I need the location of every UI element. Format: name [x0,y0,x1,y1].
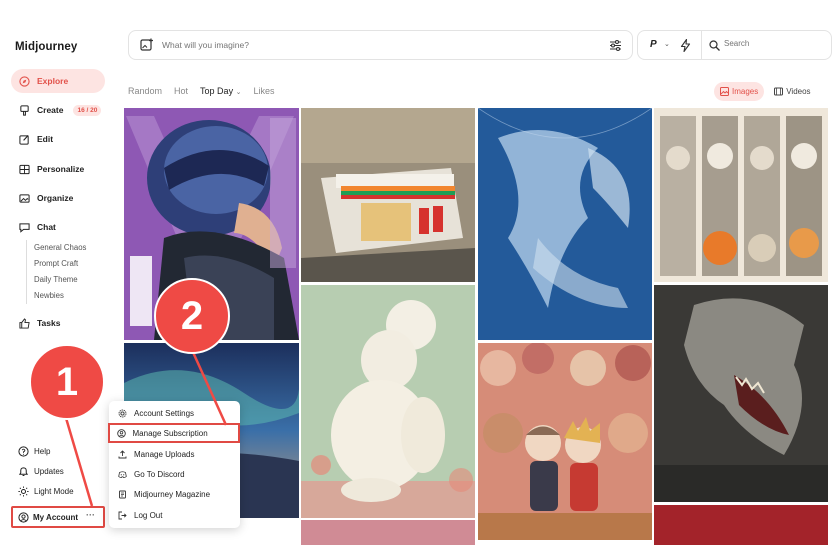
more-dots-icon[interactable]: ··· [86,510,95,520]
gallery-image-poodle[interactable] [301,285,475,518]
search-input[interactable] [724,39,824,48]
gallery-image-skull-panels[interactable] [654,108,828,282]
search-icon [709,40,720,51]
help-link[interactable]: Help [18,446,50,457]
chevron-down-icon: ⌄ [235,89,242,96]
user-circle-icon [116,428,126,438]
my-account-button[interactable]: My Account ··· [11,506,105,528]
sidebar-item-edit[interactable]: Edit [11,127,105,151]
feed-tabs: Random Hot Top Day ⌄ Likes [128,86,286,96]
gallery-image-pink[interactable] [301,520,475,545]
sidebar-item-personalize[interactable]: Personalize [11,157,105,181]
thumbs-up-icon [18,317,30,329]
menu-manage-uploads[interactable]: Manage Uploads [109,444,240,464]
video-icon [774,87,784,96]
tab-images[interactable]: Images [714,82,765,101]
menu-label: Manage Subscription [132,428,208,438]
updates-link[interactable]: Updates [18,466,64,477]
gallery-image-dinosaur[interactable] [654,285,828,502]
chevron-down-icon[interactable]: ⌄ [664,40,670,48]
sun-icon [18,486,29,497]
menu-label: Go To Discord [134,469,185,479]
tools-bar: P ⌄ [637,30,832,60]
logout-icon [118,511,127,520]
tab-videos-label: Videos [786,87,811,96]
edit-icon [18,133,30,145]
prompt-input[interactable] [162,40,592,50]
menu-label: Account Settings [134,408,195,418]
step-1-marker: 1 [29,344,105,420]
sidebar: Midjourney Explore Create 16 / 20 Edit P… [0,0,115,560]
sidebar-item-create[interactable]: Create 16 / 20 [11,98,105,122]
sidebar-item-label: Organize [37,193,74,203]
sidebar-item-label: Edit [37,134,54,144]
tab-random[interactable]: Random [128,86,162,96]
brush-icon [18,104,30,116]
settings-sliders-icon[interactable] [609,39,622,52]
sidebar-item-label: Chat [37,222,56,232]
sidebar-item-tasks[interactable]: Tasks [11,311,105,335]
credits-badge: 16 / 20 [73,104,102,116]
tab-likes[interactable]: Likes [253,86,274,96]
compass-icon [18,75,30,87]
menu-account-settings[interactable]: Account Settings [109,403,240,423]
tab-top-day-label: Top Day [200,86,234,96]
chat-room-prompt-craft[interactable]: Prompt Craft [34,256,86,272]
chat-room-daily-theme[interactable]: Daily Theme [34,272,86,288]
chat-icon [18,221,30,233]
menu-midjourney-magazine[interactable]: Midjourney Magazine [109,484,240,504]
my-account-label: My Account [33,512,79,522]
upload-icon [118,449,127,459]
gallery-image-yarn-dolls[interactable] [478,343,652,540]
prompt-bar [128,30,633,60]
media-type-tabs: Images Videos [714,82,821,101]
help-icon [18,446,29,457]
updates-label: Updates [34,467,64,476]
gear-icon [118,409,127,418]
menu-label: Log Out [134,510,163,520]
step-2-marker: 2 [154,278,230,354]
lightning-icon[interactable] [680,39,691,52]
menu-log-out[interactable]: Log Out [109,505,240,525]
menu-manage-subscription[interactable]: Manage Subscription [108,423,240,443]
sidebar-item-label: Tasks [37,318,61,328]
logo[interactable]: Midjourney [15,41,77,53]
chat-room-list: General Chaos Prompt Craft Daily Theme N… [26,240,86,304]
sidebar-item-explore[interactable]: Explore [11,69,105,93]
image-folder-icon [18,192,30,204]
light-mode-label: Light Mode [34,487,74,496]
sidebar-item-organize[interactable]: Organize [11,186,105,210]
discord-icon [118,470,127,479]
image-icon [720,87,729,96]
magazine-icon [118,490,127,499]
chat-room-newbies[interactable]: Newbies [34,288,86,304]
menu-label: Midjourney Magazine [134,489,211,499]
gallery-image-red[interactable] [654,505,828,545]
account-menu: Account Settings Manage Subscription Man… [108,401,240,528]
tab-top-day[interactable]: Top Day ⌄ [200,86,241,96]
tab-videos[interactable]: Videos [768,82,816,101]
add-image-icon[interactable] [140,38,154,52]
sidebar-item-label: Personalize [37,164,85,174]
light-mode-toggle[interactable]: Light Mode [18,486,74,497]
personalize-icon [18,163,30,175]
gallery-image-711-store[interactable] [301,108,475,282]
tab-images-label: Images [732,87,759,96]
sidebar-item-chat[interactable]: Chat [11,215,105,239]
bell-icon [18,466,29,477]
divider [701,31,702,59]
menu-label: Manage Uploads [134,449,195,459]
sidebar-item-label: Explore [37,76,69,86]
menu-go-to-discord[interactable]: Go To Discord [109,464,240,484]
personalize-mode-button[interactable]: P [650,39,657,50]
chat-room-general-chaos[interactable]: General Chaos [34,240,86,256]
tab-hot[interactable]: Hot [174,86,188,96]
user-circle-icon [18,511,29,523]
sidebar-item-label: Create [37,105,64,115]
gallery-image-blue-figure[interactable] [478,108,652,340]
help-label: Help [34,447,51,456]
